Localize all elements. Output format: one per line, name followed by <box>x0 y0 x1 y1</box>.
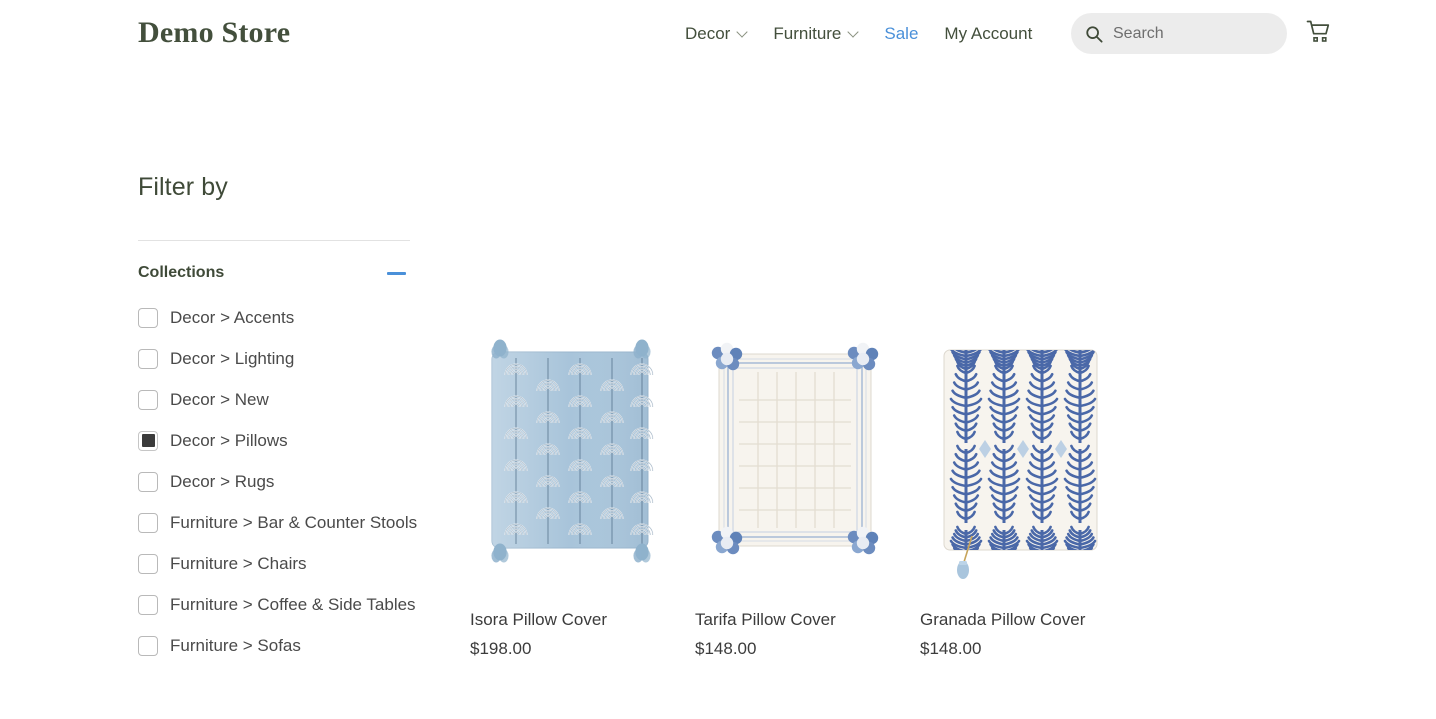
filter-checkbox[interactable] <box>138 553 158 574</box>
filter-checkbox[interactable] <box>138 635 158 656</box>
nav-item-my-account[interactable]: My Account <box>931 20 1045 48</box>
filter-option-label: Furniture > Coffee & Side Tables <box>170 594 416 614</box>
filter-group-label: Collections <box>138 264 225 281</box>
filter-option-row[interactable]: Furniture > Chairs <box>138 543 428 584</box>
filter-option-row[interactable]: Furniture > Sofas <box>138 625 428 666</box>
product-price: $148.00 <box>695 639 757 658</box>
search-icon <box>1086 25 1103 43</box>
nav-item-furniture[interactable]: Furniture <box>760 20 871 48</box>
filter-checkbox[interactable] <box>138 430 158 451</box>
product-image[interactable] <box>695 300 895 600</box>
filter-option-row[interactable]: Decor > New <box>138 379 428 420</box>
product-image[interactable] <box>920 300 1120 600</box>
filter-option-label: Furniture > Sofas <box>170 635 301 655</box>
product-price: $148.00 <box>920 639 982 658</box>
nav-item-label: Furniture <box>773 24 842 43</box>
filter-option-row[interactable]: Decor > Rugs <box>138 461 428 502</box>
filter-option-row[interactable]: Furniture > Coffee & Side Tables <box>138 584 428 625</box>
filter-option-row[interactable]: Decor > Lighting <box>138 338 428 379</box>
search-input[interactable] <box>1113 24 1273 43</box>
chevron-down-icon <box>738 28 747 37</box>
filter-checkbox[interactable] <box>138 389 158 410</box>
filter-checkbox[interactable] <box>138 348 158 369</box>
nav-item-decor[interactable]: Decor <box>672 20 760 48</box>
filter-option-label: Decor > Rugs <box>170 471 275 491</box>
chevron-down-icon <box>849 28 858 37</box>
product-title[interactable]: Isora Pillow Cover <box>470 610 695 630</box>
minus-icon[interactable] <box>387 271 406 275</box>
product-title[interactable]: Tarifa Pillow Cover <box>695 610 920 630</box>
filter-option-label: Decor > Pillows <box>170 430 288 450</box>
main-navigation: Decor Furniture Sale My Account <box>672 20 1045 48</box>
filter-checkbox[interactable] <box>138 307 158 328</box>
filter-option-list: Decor > Accents Decor > Lighting Decor > N… <box>138 297 428 666</box>
filter-sidebar: Filter by Collections Decor > Accents Dec… <box>138 170 428 666</box>
filter-option-label: Decor > Lighting <box>170 348 295 368</box>
product-card[interactable]: Tarifa Pillow Cover $148.00 <box>695 300 920 659</box>
site-header: Demo Store Decor Furniture Sale My Accou… <box>0 0 1436 67</box>
filter-checkbox[interactable] <box>138 594 158 615</box>
filter-group-collections-header[interactable]: Collections <box>138 264 410 282</box>
product-price: $198.00 <box>470 639 532 658</box>
nav-item-sale[interactable]: Sale <box>871 20 931 48</box>
filter-checkbox[interactable] <box>138 512 158 533</box>
sidebar-divider <box>138 240 410 241</box>
cart-button[interactable] <box>1306 19 1332 45</box>
product-grid: Isora Pillow Cover $198.00 Tarifa Pillow C… <box>470 300 1170 659</box>
filter-checkbox[interactable] <box>138 471 158 492</box>
nav-item-label: Decor <box>685 24 731 43</box>
filter-option-label: Decor > New <box>170 389 269 409</box>
filter-option-row[interactable]: Decor > Pillows <box>138 420 428 461</box>
filter-option-label: Furniture > Chairs <box>170 553 307 573</box>
site-logo[interactable]: Demo Store <box>138 16 290 50</box>
filter-option-label: Furniture > Bar & Counter Stools <box>170 512 418 532</box>
filter-option-label: Decor > Accents <box>170 307 295 327</box>
search-box[interactable] <box>1071 13 1287 54</box>
product-title[interactable]: Granada Pillow Cover <box>920 610 1145 630</box>
filter-option-row[interactable]: Decor > Accents <box>138 297 428 338</box>
filter-by-heading: Filter by <box>138 173 228 201</box>
product-card[interactable]: Isora Pillow Cover $198.00 <box>470 300 695 659</box>
shopping-cart-icon <box>1306 20 1330 42</box>
product-card[interactable]: Granada Pillow Cover $148.00 <box>920 300 1145 659</box>
product-image[interactable] <box>470 300 670 600</box>
filter-option-row[interactable]: Furniture > Bar & Counter Stools <box>138 502 428 543</box>
